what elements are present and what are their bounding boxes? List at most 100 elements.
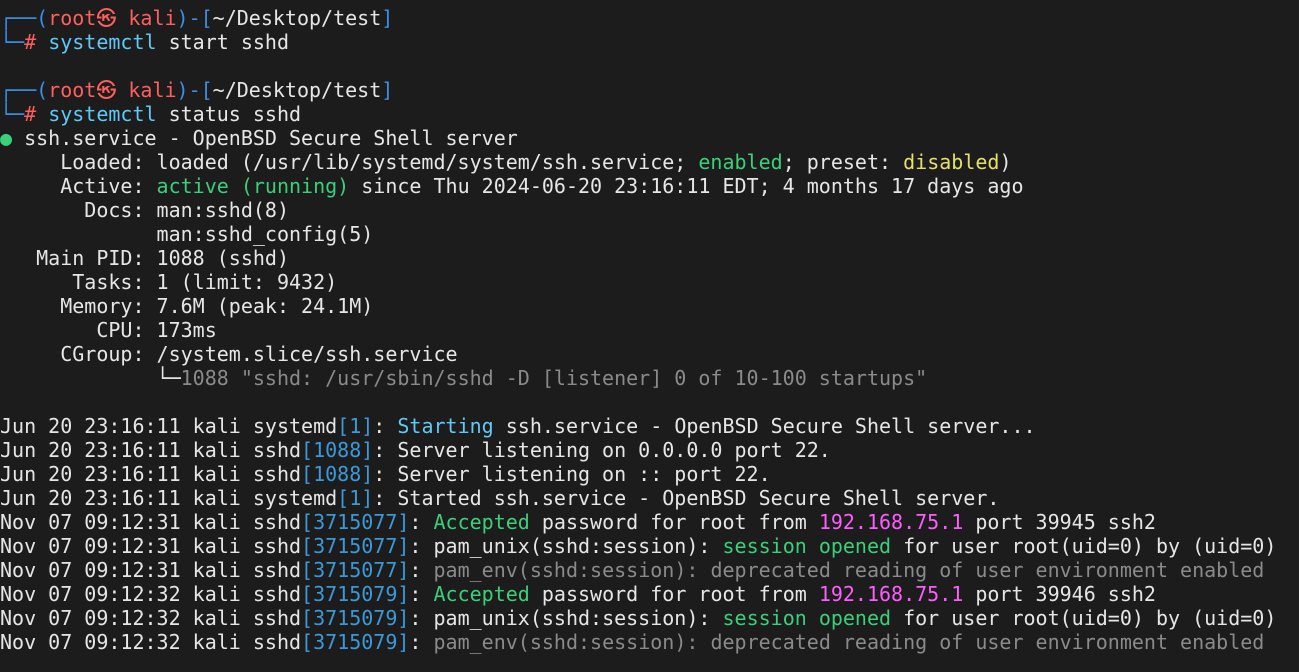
terminal-text: )-[ [176,78,213,102]
terminal-line: Memory: 7.6M (peak: 24.1M) [0,294,1299,318]
terminal-text: pam_env(sshd:session): deprecated readin… [433,630,1265,654]
terminal-line: └─# systemctl start sshd [0,30,1299,54]
terminal-line: Docs: man:sshd(8) [0,198,1299,222]
terminal-text: Accepted [433,582,530,606]
terminal-text: 192.168.75.1 [818,582,964,606]
terminal-text: password for root from [529,510,819,534]
terminal-line: CGroup: /system.slice/ssh.service [0,342,1299,366]
terminal-text: ┌──( [0,6,49,30]
terminal-text: Main PID: 1088 (sshd) [0,246,289,270]
terminal-text: 1088 "sshd: /usr/sbin/sshd -D [listener]… [180,366,928,390]
terminal-text: CPU: 173ms [0,318,217,342]
terminal-text: ] [381,6,394,30]
terminal-text: )-[ [176,6,213,30]
terminal-text: Memory: 7.6M (peak: 24.1M) [0,294,374,318]
terminal-text: root㉿ kali [48,6,177,30]
terminal-line: Active: active (running) since Thu 2024-… [0,174,1299,198]
terminal-text: port 39946 ssh2 [963,582,1156,606]
terminal-line: ┌──(root㉿ kali)-[~/Desktop/test] [0,78,1299,102]
status-dot-icon: ● [0,126,13,150]
terminal-line: Jun 20 23:16:11 kali sshd[1088]: Server … [0,462,1299,486]
terminal-text: Nov 07 09:12:32 kali sshd [0,582,302,606]
terminal-line: ● ssh.service - OpenBSD Secure Shell ser… [0,126,1299,150]
terminal-text: pam_env(sshd:session): deprecated readin… [433,558,1265,582]
terminal-line: Nov 07 09:12:31 kali sshd[3715077]: pam_… [0,534,1299,558]
terminal-text: for user root(uid=0) by (uid=0) [891,606,1277,630]
terminal-line: Nov 07 09:12:32 kali sshd[3715079]: Acce… [0,582,1299,606]
terminal-text: root㉿ kali [48,78,177,102]
terminal-text: └─ [0,30,25,54]
terminal-text: └─ [0,366,181,390]
terminal-text: [3715079] [301,606,410,630]
terminal-text: ~/Desktop/test [212,6,382,30]
terminal-text: password for root from [529,582,819,606]
terminal-line: Loaded: loaded (/usr/lib/systemd/system/… [0,150,1299,174]
terminal-text: ┌──( [0,78,49,102]
terminal-text: [3715077] [301,558,410,582]
terminal-text: active (running) [156,174,350,198]
terminal-text: [1] [337,414,374,438]
terminal-text: Jun 20 23:16:11 kali systemd [0,486,338,510]
terminal-text: ] [381,78,394,102]
terminal-line: Nov 07 09:12:32 kali sshd[3715079]: pam_… [0,630,1299,654]
terminal-text: session opened [722,606,892,630]
terminal-text: : pam_unix(sshd:session): [409,606,723,630]
terminal-text: systemctl [48,30,157,54]
terminal-text: : Server listening on :: port 22. [373,462,771,486]
terminal-line: └─# systemctl status sshd [0,102,1299,126]
terminal-text: CGroup: /system.slice/ssh.service [0,342,458,366]
terminal-text: [1088] [301,462,374,486]
terminal-text: disabled [903,150,1000,174]
terminal-line: Nov 07 09:12:32 kali sshd[3715079]: pam_… [0,606,1299,630]
terminal-text: Nov 07 09:12:31 kali sshd [0,510,302,534]
terminal-text: [1088] [301,438,374,462]
terminal-text: [3715077] [301,510,410,534]
terminal-text: : [409,630,434,654]
terminal-text: # [24,102,49,126]
terminal-line: Nov 07 09:12:31 kali sshd[3715077]: pam_… [0,558,1299,582]
terminal-text: man:sshd_config(5) [0,222,374,246]
terminal-text: # [24,30,49,54]
terminal-text: [1] [337,486,374,510]
terminal-text: : pam_unix(sshd:session): [409,534,723,558]
terminal-text: ; preset: [782,150,904,174]
terminal-text: [3715077] [301,534,410,558]
terminal-text: ~/Desktop/test [212,78,382,102]
terminal-text: Loaded: loaded (/usr/lib/systemd/system/… [0,150,699,174]
terminal-text: : Server listening on 0.0.0.0 port 22. [373,438,831,462]
terminal-text: Docs: man:sshd(8) [0,198,289,222]
terminal-line: Jun 20 23:16:11 kali systemd[1]: Started… [0,486,1299,510]
terminal-line: man:sshd_config(5) [0,222,1299,246]
terminal-text: enabled [698,150,783,174]
terminal-line: Tasks: 1 (limit: 9432) [0,270,1299,294]
terminal-line: Jun 20 23:16:11 kali sshd[1088]: Server … [0,438,1299,462]
terminal-text: Nov 07 09:12:31 kali sshd [0,558,302,582]
terminal-text: port 39945 ssh2 [963,510,1156,534]
terminal-text: for user root(uid=0) by (uid=0) [891,534,1277,558]
terminal-text: systemctl [48,102,157,126]
terminal-text: Accepted [433,510,530,534]
terminal-text: start sshd [156,30,290,54]
terminal-text: └─ [0,102,25,126]
terminal-text: session opened [722,534,892,558]
terminal-text: ssh.service - OpenBSD Secure Shell serve… [493,414,1036,438]
terminal-text: : [373,414,398,438]
terminal-text: Jun 20 23:16:11 kali systemd [0,414,338,438]
terminal-line: ┌──(root㉿ kali)-[~/Desktop/test] [0,6,1299,30]
terminal-text: : [409,510,434,534]
terminal-text: status sshd [156,102,302,126]
terminal-text: ) [999,150,1012,174]
terminal-text: Active: [0,174,157,198]
terminal-text: Nov 07 09:12:32 kali sshd [0,606,302,630]
terminal-line: └─1088 "sshd: /usr/sbin/sshd -D [listene… [0,366,1299,390]
terminal-line: CPU: 173ms [0,318,1299,342]
terminal-text: [3715079] [301,630,410,654]
terminal-text: : [409,582,434,606]
terminal-output[interactable]: ┌──(root㉿ kali)-[~/Desktop/test] └─# syst… [0,0,1299,672]
terminal-line: Main PID: 1088 (sshd) [0,246,1299,270]
terminal-text: Nov 07 09:12:32 kali sshd [0,630,302,654]
terminal-text: Tasks: 1 (limit: 9432) [0,270,338,294]
terminal-text: Jun 20 23:16:11 kali sshd [0,438,302,462]
